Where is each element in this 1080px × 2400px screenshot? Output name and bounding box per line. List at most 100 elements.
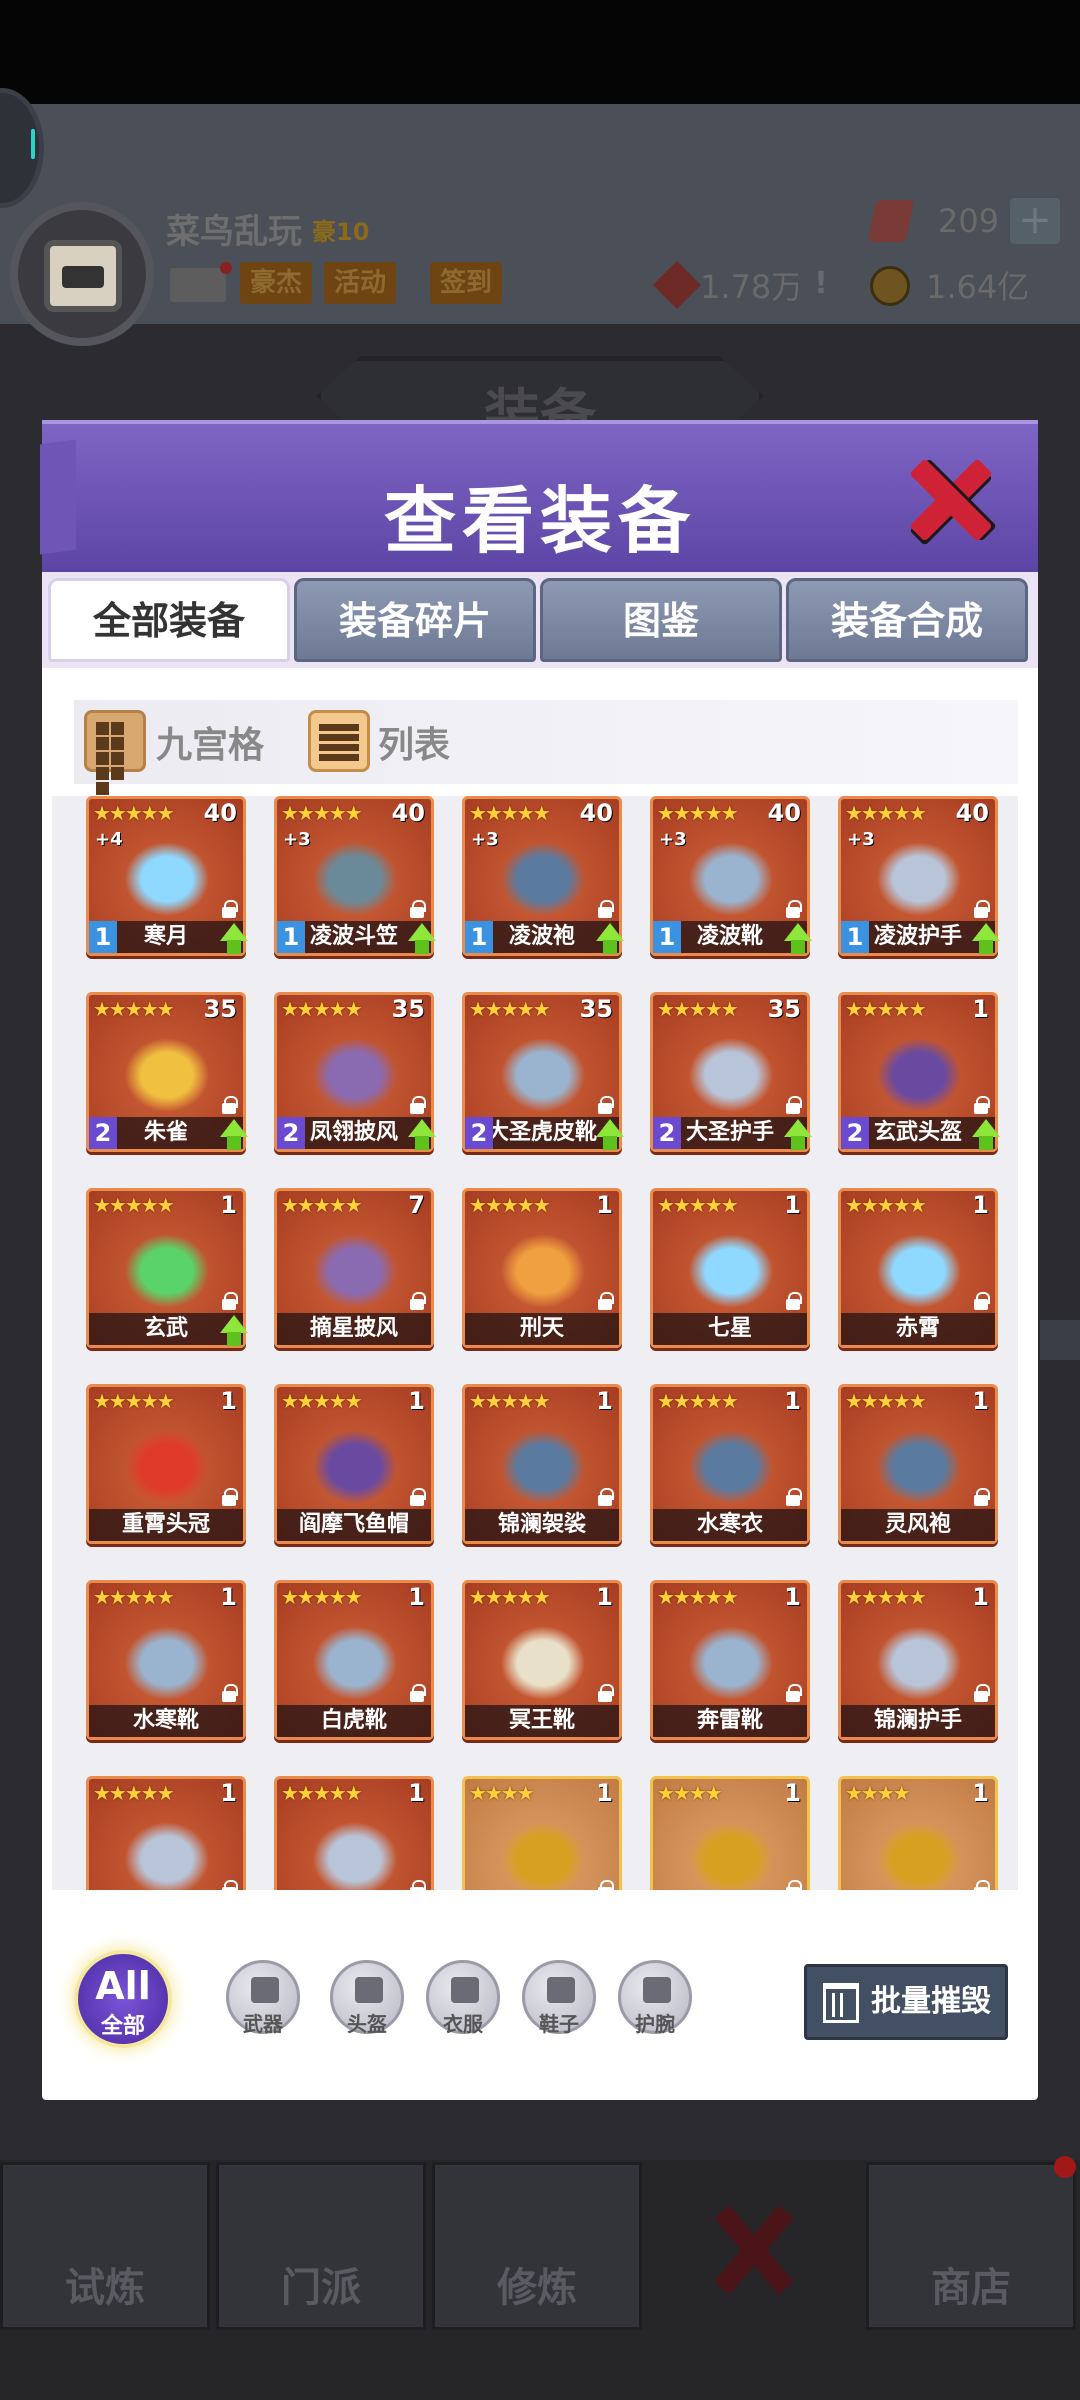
gem-count: 209 [938,202,1000,240]
lock-icon[interactable] [971,899,991,919]
equipment-item[interactable]: ★★★★★ 1 水寒衣 [650,1384,810,1544]
lock-icon[interactable] [971,1095,991,1115]
lock-icon[interactable] [595,1683,615,1703]
equipment-item[interactable]: ★★★★★ 1 锦澜袈裟 [462,1384,622,1544]
lock-icon[interactable] [407,899,427,919]
equipment-item[interactable]: ★★★★ 1 [462,1776,622,1890]
lock-icon[interactable] [219,1291,239,1311]
nav-shop[interactable]: 商店 [866,2162,1076,2330]
equipment-item[interactable]: ★★★★★ 40 +3 凌波斗笠 1 [274,796,436,956]
equipment-item[interactable]: ★★★★★ 1 玄武头盔 2 [838,992,1000,1152]
avatar[interactable] [10,202,154,346]
grid-view-icon[interactable] [84,710,146,795]
equipment-item[interactable]: ★★★★★ 35 大圣护手 2 [650,992,812,1152]
equipment-item[interactable]: ★★★★★ 1 水寒靴 [86,1580,246,1740]
filter-clothes-button[interactable]: 衣服 [426,1960,500,2036]
lock-icon[interactable] [783,899,803,919]
equipment-item[interactable]: ★★★★★ 1 奔雷靴 [650,1580,810,1740]
equipment-item[interactable]: ★★★★★ 1 赤霄 [838,1188,998,1348]
robe-icon [683,1425,779,1509]
filter-all-sublabel: 全部 [100,2014,145,2039]
equipment-item[interactable]: ★★★★★ 1 锦澜护手 [838,1580,998,1740]
lock-icon[interactable] [971,1291,991,1311]
item-name: 重霄头冠 [89,1509,243,1541]
equipment-item[interactable]: ★★★★★ 1 重霄头冠 [86,1384,246,1544]
lock-icon[interactable] [595,1095,615,1115]
filter-bracer-button[interactable]: 护腕 [618,1960,692,2036]
grid-view-label[interactable]: 九宫格 [156,716,264,768]
filter-all-button[interactable]: All 全部 [74,1950,172,2048]
list-view-icon[interactable] [308,710,370,772]
lock-icon[interactable] [407,1487,427,1507]
equipment-item[interactable]: ★★★★★ 1 [274,1776,434,1890]
lock-icon[interactable] [219,1879,239,1890]
upgrade-arrow-icon [595,1119,625,1153]
lock-icon[interactable] [595,899,615,919]
nav-trial[interactable]: 试炼 [0,2162,210,2330]
lock-icon[interactable] [407,1095,427,1115]
equipment-item[interactable]: ★★★★ 1 [838,1776,998,1890]
lock-icon[interactable] [595,1291,615,1311]
equipment-item[interactable]: ★★★★★ 40 +4 寒月 1 [86,796,248,956]
equipment-item[interactable]: ★★★★★ 1 七星 [650,1188,810,1348]
equipment-item[interactable]: ★★★★★ 1 刑天 [462,1188,622,1348]
events-button[interactable]: 活动 [324,262,397,304]
equipment-item[interactable]: ★★★★★ 35 朱雀 2 [86,992,248,1152]
lock-icon[interactable] [407,1879,427,1890]
lock-icon[interactable] [219,1683,239,1703]
equipment-item[interactable]: ★★★★★ 7 摘星披风 [274,1188,434,1348]
alert-button[interactable]: ! [798,262,844,306]
equipment-item[interactable]: ★★★★★ 40 +3 凌波靴 1 [650,796,812,956]
lock-icon[interactable] [595,1879,615,1890]
equipment-item[interactable]: ★★★★★ 40 +3 凌波护手 1 [838,796,1001,957]
lock-icon[interactable] [783,1095,803,1115]
equipment-item[interactable]: ★★★★★ 1 白虎靴 [274,1580,434,1740]
nav-shop-label: 商店 [931,2265,1011,2311]
tab-codex[interactable]: 图鉴 [540,578,782,662]
equipment-item[interactable]: ★★★★★ 35 凤翎披风 2 [274,992,436,1152]
upgrade-arrow-icon [971,923,1001,957]
filter-helmet-button[interactable]: 头盔 [330,1960,404,2036]
equipment-item[interactable]: ★★★★★ 40 +3 凌波袍 1 [462,796,624,956]
item-level: 35 [579,995,613,1023]
lock-icon[interactable] [407,1291,427,1311]
tab-synthesis[interactable]: 装备合成 [786,578,1028,662]
tab-fragments[interactable]: 装备碎片 [294,578,536,662]
batch-destroy-button[interactable]: 批量摧毁 [804,1964,1008,2040]
lock-icon[interactable] [219,1095,239,1115]
add-gems-button[interactable]: + [1010,198,1060,244]
filter-shoes-label: 鞋子 [539,2012,579,2036]
equipment-item[interactable]: ★★★★ 1 [650,1776,810,1890]
lock-icon[interactable] [219,899,239,919]
heroes-button[interactable]: 豪杰 [240,262,313,304]
list-view-label[interactable]: 列表 [378,716,450,768]
close-icon[interactable] [904,460,994,540]
lock-icon[interactable] [219,1487,239,1507]
lock-icon[interactable] [595,1487,615,1507]
item-level: 1 [408,1583,425,1611]
equipment-item[interactable]: ★★★★★ 1 阎摩飞鱼帽 [274,1384,434,1544]
equipment-item[interactable]: ★★★★★ 1 灵风袍 [838,1384,998,1544]
filter-shoes-button[interactable]: 鞋子 [522,1960,596,2036]
lock-icon[interactable] [783,1487,803,1507]
lock-icon[interactable] [783,1879,803,1890]
nav-equipment-icon[interactable] [710,2200,800,2300]
lock-icon[interactable] [407,1683,427,1703]
nav-cultivate[interactable]: 修炼 [432,2162,642,2330]
nav-sect[interactable]: 门派 [216,2162,426,2330]
equipment-item[interactable]: ★★★★★ 1 [86,1776,246,1890]
tier-badge: 1 [277,921,305,953]
lock-icon[interactable] [783,1683,803,1703]
equipment-item[interactable]: ★★★★★ 1 冥王靴 [462,1580,622,1740]
lock-icon[interactable] [971,1879,991,1890]
item-name: 七星 [653,1313,807,1345]
filter-weapon-button[interactable]: 武器 [226,1960,300,2036]
equipment-item[interactable]: ★★★★★ 35 大圣虎皮靴 2 [462,992,625,1153]
lock-icon[interactable] [783,1291,803,1311]
equipment-item[interactable]: ★★★★★ 1 玄武 [86,1188,248,1348]
mail-icon[interactable] [170,262,232,302]
lock-icon[interactable] [971,1487,991,1507]
lock-icon[interactable] [971,1683,991,1703]
checkin-button[interactable]: 签到 [430,262,503,304]
tab-all-equipment[interactable]: 全部装备 [48,578,290,662]
